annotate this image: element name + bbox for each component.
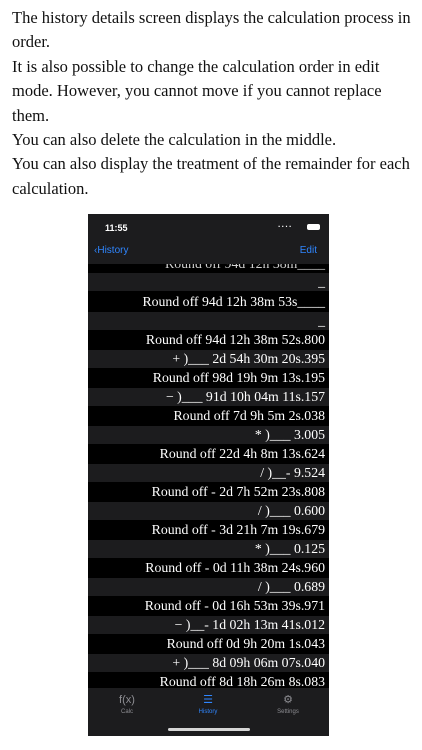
list-item[interactable]: / )___ 0.600 bbox=[88, 502, 329, 520]
description-line: It is also possible to change the calcul… bbox=[12, 56, 382, 125]
list-item[interactable]: + )___ 8d 09h 06m 07s.040 bbox=[88, 654, 329, 672]
list-item[interactable]: Round off - 3d 21h 7m 19s.679 bbox=[88, 521, 329, 539]
list-item[interactable]: / )___ 0.689 bbox=[88, 578, 329, 596]
list-item[interactable]: Round off 7d 9h 5m 2s.038 bbox=[88, 407, 329, 425]
list-item[interactable]: * )___ 0.125 bbox=[88, 540, 329, 558]
list-icon: ☰ bbox=[203, 694, 213, 706]
list-item[interactable]: + )___ 2d 54h 30m 20s.395 bbox=[88, 350, 329, 368]
tab-label: Settings bbox=[277, 709, 299, 715]
list-item[interactable]: Round off 0d 9h 20m 1s.043 bbox=[88, 635, 329, 653]
phone-screen: 11:55 ···· ︎ ‹History Edit Round off 94d… bbox=[88, 214, 329, 736]
history-detail-list[interactable]: Round off 94d 12h 38m____ _Round off 94d… bbox=[88, 264, 329, 688]
function-icon: f(x) bbox=[119, 694, 135, 706]
battery-icon bbox=[307, 224, 320, 230]
list-item[interactable]: Round off - 0d 16h 53m 39s.971 bbox=[88, 597, 329, 615]
list-item[interactable]: Round off 94d 12h 38m 53s____ bbox=[88, 293, 329, 311]
tab-calc[interactable]: f(x) Calc bbox=[97, 692, 157, 715]
tab-settings[interactable]: ⚙ Settings bbox=[258, 692, 318, 715]
description-line: The history details screen displays the … bbox=[12, 8, 411, 52]
tab-label: History bbox=[198, 709, 218, 715]
back-label: History bbox=[97, 245, 129, 256]
navigation-bar: ‹History Edit bbox=[88, 240, 329, 264]
list-item-partial: Round off 94d 12h 38m____ bbox=[88, 264, 329, 273]
description-line: You can also delete the calculation in t… bbox=[12, 130, 337, 150]
tab-history[interactable]: ☰ History bbox=[178, 692, 238, 715]
description-line: You can also display the treatment of th… bbox=[12, 154, 410, 198]
list-item[interactable]: / )__- 9.524 bbox=[88, 464, 329, 482]
signal-wifi-icon: ···· ︎ bbox=[278, 222, 296, 231]
back-button[interactable]: ‹History bbox=[94, 245, 128, 256]
list-item[interactable]: Round off 8d 18h 26m 8s.083 bbox=[88, 673, 329, 688]
list-item[interactable]: Round off 94d 12h 38m 52s.800 bbox=[88, 331, 329, 349]
list-item[interactable]: Round off - 0d 11h 38m 24s.960 bbox=[88, 559, 329, 577]
tab-label: Calc bbox=[120, 709, 133, 715]
list-item[interactable]: * )___ 3.005 bbox=[88, 426, 329, 444]
description-text: The history details screen displays the … bbox=[12, 6, 416, 201]
list-item[interactable]: Round off 98d 19h 9m 13s.195 bbox=[88, 369, 329, 387]
list-item[interactable]: _ bbox=[88, 312, 329, 330]
edit-button[interactable]: Edit bbox=[300, 245, 317, 256]
gear-icon: ⚙ bbox=[283, 694, 293, 706]
list-item[interactable]: Round off 22d 4h 8m 13s.624 bbox=[88, 445, 329, 463]
home-indicator bbox=[168, 728, 250, 731]
list-item[interactable]: − )___ 91d 10h 04m 11s.157 bbox=[88, 388, 329, 406]
status-time: 11:55 bbox=[105, 223, 128, 233]
list-item[interactable]: − )__- 1d 02h 13m 41s.012 bbox=[88, 616, 329, 634]
list-item[interactable]: Round off - 2d 7h 52m 23s.808 bbox=[88, 483, 329, 501]
list-item[interactable]: _ bbox=[88, 273, 329, 291]
status-bar: 11:55 ···· ︎ bbox=[88, 214, 329, 240]
